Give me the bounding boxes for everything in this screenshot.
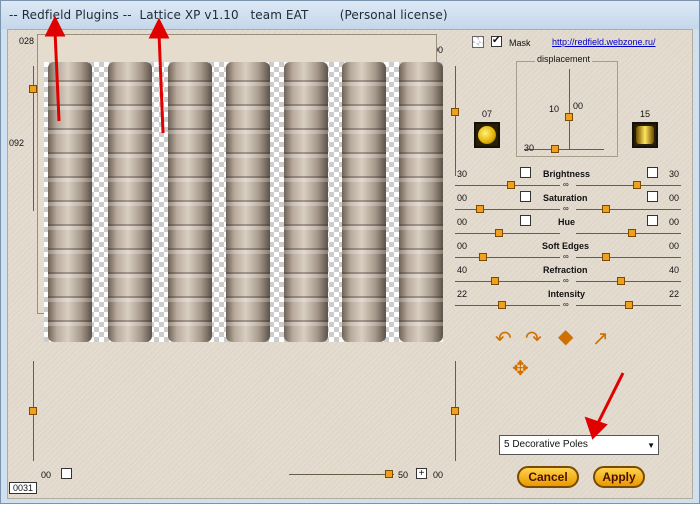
annotation-arrowhead-2	[148, 17, 170, 39]
annotation-arrow-2	[157, 32, 165, 134]
annotation-arrowhead-1	[44, 15, 66, 37]
annotation-arrow-3	[595, 372, 625, 426]
plugin-window: -- Redfield Plugins -- Lattice XP v1.10 …	[0, 0, 700, 504]
annotation-arrows	[44, 15, 625, 440]
annotation-arrow-1	[53, 30, 61, 122]
annotation-arrowhead-3	[584, 416, 608, 440]
